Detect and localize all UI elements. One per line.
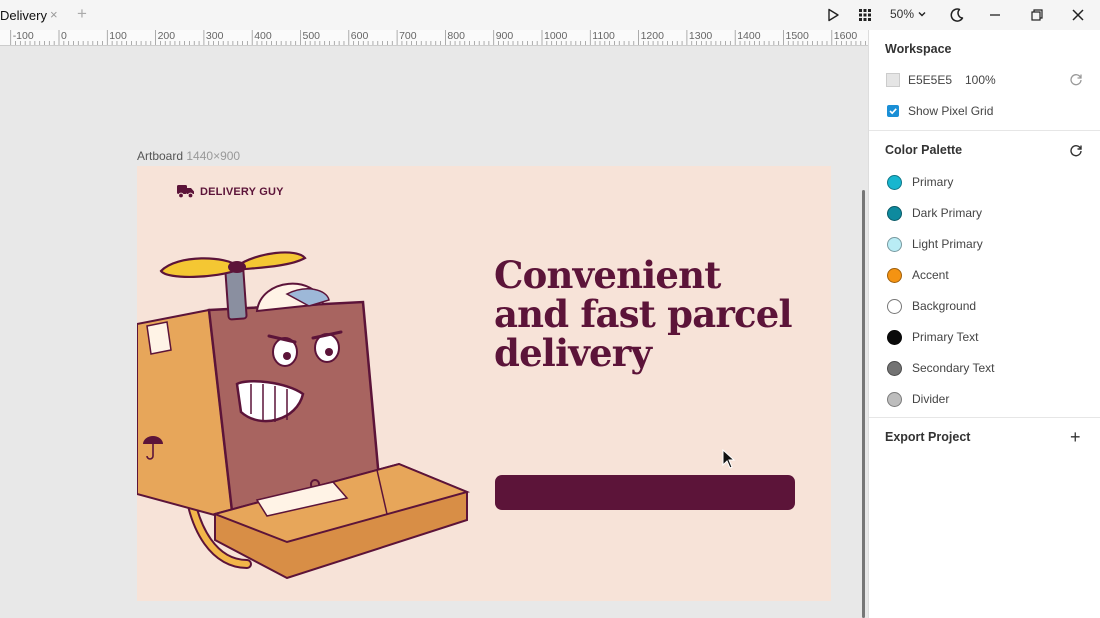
zoom-level: 50% [890,7,915,21]
restore-icon[interactable] [1027,5,1047,25]
brand-name: DELIVERY GUY [200,185,284,198]
palette-swatch[interactable] [887,205,902,221]
ruler-label: 500 [302,30,321,42]
mouse-cursor-icon [722,449,736,469]
palette-swatch[interactable] [887,298,902,314]
workspace-opacity[interactable]: 100% [965,73,996,87]
export-project-section: Export Project + [869,418,1100,458]
palette-item-secondary-text[interactable]: Secondary Text [887,359,995,377]
workspace-section: Workspace E5E5E5 100% Show Pixel Grid [869,30,1100,131]
ruler-label: 200 [157,30,176,42]
palette-item-divider[interactable]: Divider [887,390,949,408]
ruler-label: 1500 [785,30,809,42]
artboard-label[interactable]: Artboard 1440×900 [137,149,240,163]
ruler-label: 1100 [592,30,615,42]
delivery-box-character-illustration [137,251,471,579]
palette-swatch[interactable] [887,174,902,190]
delivery-truck-icon [177,185,194,199]
palette-label: Light Primary [912,237,983,251]
palette-item-background[interactable]: Background [887,297,976,315]
palette-label: Secondary Text [912,361,995,375]
palette-label: Divider [912,392,950,406]
palette-label: Accent [912,268,949,282]
artboard[interactable]: DELIVERY GUY Convenient and fast parcel … [137,166,831,601]
ruler-label: 600 [350,30,369,42]
palette-item-primary[interactable]: Primary [887,173,953,191]
reset-icon[interactable] [1069,72,1083,86]
horizontal-ruler: -100 0 100 200 300 400 500 600 700 800 900 1000 1100… [0,30,868,46]
cta-button[interactable] [495,475,795,510]
tab-title: Delivery [0,7,47,23]
moon-icon[interactable] [947,5,967,25]
apps-grid-icon[interactable] [855,5,875,25]
title-bar: Delivery × + 50% [0,0,1100,30]
color-palette-title: Color Palette [885,143,963,157]
ruler-label: 1600 [833,30,858,42]
ruler-label: 0 [61,30,67,42]
ruler-label: 700 [399,30,417,42]
document-tab[interactable]: Delivery × [0,0,70,30]
artboard-name: Artboard [137,149,184,163]
ruler-label: 300 [205,30,224,42]
properties-panel: Workspace E5E5E5 100% Show Pixel Grid Co… [868,30,1100,618]
close-icon[interactable] [1068,5,1088,25]
tab-close-icon[interactable]: × [50,7,58,22]
palette-item-dark-primary[interactable]: Dark Primary [887,204,982,222]
palette-swatch[interactable] [887,329,902,345]
brand-logo: DELIVERY GUY [177,184,284,199]
play-icon[interactable] [823,5,843,25]
headline-line-3: delivery [494,331,652,375]
palette-swatch[interactable] [887,267,902,283]
workspace-color-swatch[interactable] [886,73,900,87]
palette-swatch[interactable] [887,360,902,376]
zoom-dropdown[interactable]: 50% [890,7,927,21]
export-project-title: Export Project [885,430,971,444]
ruler-label: 400 [254,30,272,42]
refresh-icon[interactable] [1069,143,1083,157]
show-pixel-grid-checkbox[interactable] [887,105,899,117]
workspace-title: Workspace [885,42,952,56]
checkmark-icon [889,108,897,115]
vertical-scrollbar[interactable] [862,190,865,618]
new-tab-button[interactable]: + [77,4,87,24]
palette-item-accent[interactable]: Accent [887,266,949,284]
ruler-label: 100 [109,30,127,42]
ruler-label: 1200 [640,30,664,42]
ruler-label: 800 [447,30,465,42]
headline-line-2: and fast parcel [494,292,793,336]
palette-label: Primary Text [912,330,979,344]
minimize-icon[interactable] [985,5,1005,25]
ruler-label: 1400 [737,30,761,42]
chevron-down-icon [918,12,926,17]
ruler-label: -100 [12,30,34,42]
canvas[interactable]: Artboard 1440×900 DELIVERY GUY Convenien… [0,46,868,618]
ruler-label: 1300 [688,30,713,42]
headline: Convenient and fast parcel delivery [494,256,814,373]
palette-swatch[interactable] [887,236,902,252]
ruler-label: 900 [495,30,514,42]
workspace-color-hex[interactable]: E5E5E5 [908,73,952,87]
palette-label: Background [912,299,977,313]
ruler-label: 1000 [544,30,568,42]
palette-item-light-primary[interactable]: Light Primary [887,235,983,253]
artboard-size: 1440×900 [186,149,241,163]
color-palette-section: Color Palette Primary Dark Primary Light P… [869,131,1100,418]
palette-label: Primary [912,175,954,189]
palette-swatch[interactable] [887,391,902,407]
export-add-button[interactable]: + [1070,428,1081,446]
palette-label: Dark Primary [912,206,983,220]
headline-line-1: Convenient [494,253,721,297]
show-pixel-grid-label[interactable]: Show Pixel Grid [908,104,993,118]
palette-item-primary-text[interactable]: Primary Text [887,328,978,346]
